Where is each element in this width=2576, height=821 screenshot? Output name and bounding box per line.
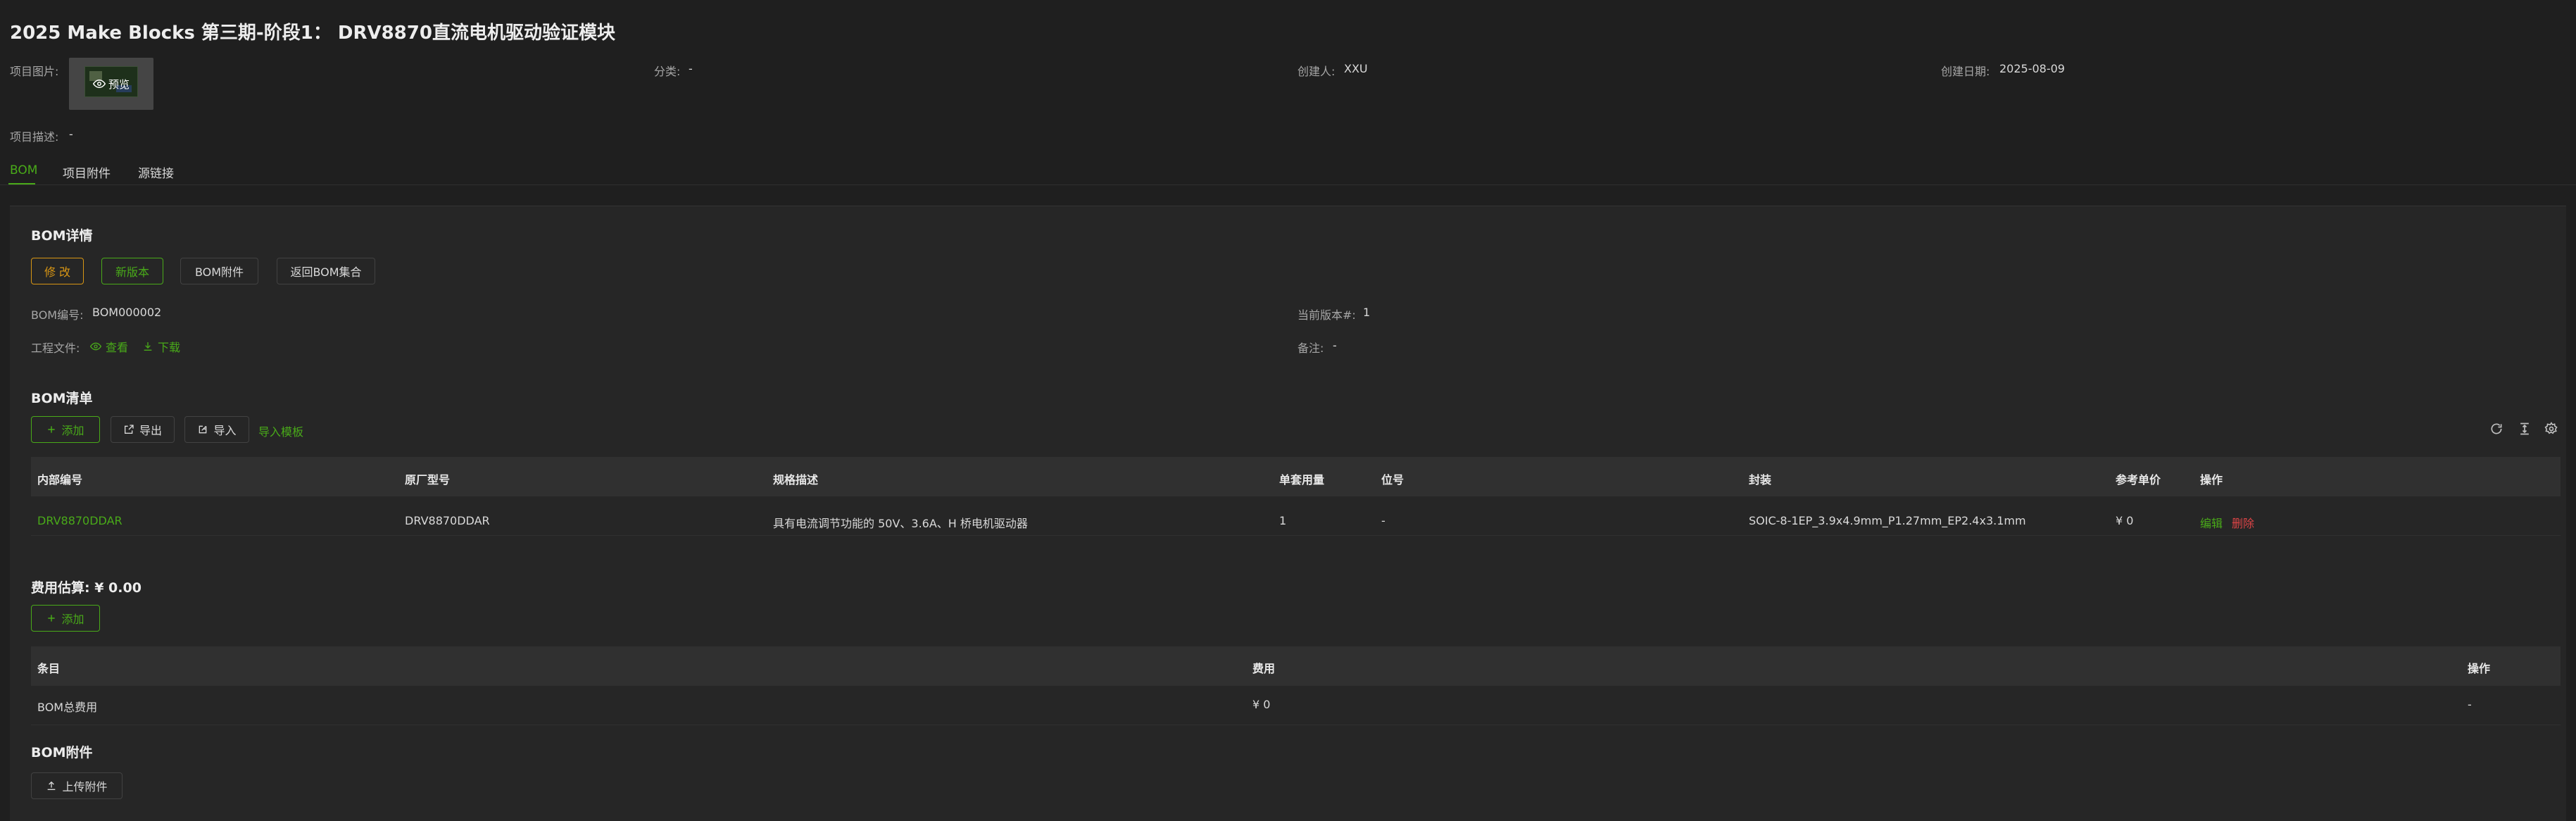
- remark-label: 备注:: [1298, 341, 1324, 355]
- col-unit-price: 参考单价: [2116, 473, 2161, 487]
- add-cost-label: 添加: [61, 613, 84, 626]
- qty-cell: 1: [1279, 514, 1287, 527]
- col-internal-no: 内部编号: [37, 473, 83, 487]
- col-qty: 单套用量: [1279, 473, 1325, 487]
- download-file-link[interactable]: 下载: [142, 338, 180, 355]
- refresh-icon[interactable]: [2489, 422, 2503, 436]
- settings-icon[interactable]: [2544, 422, 2558, 436]
- spec-cell: 具有电流调节功能的 50V、3.6A、H 桥电机驱动器: [773, 517, 1028, 530]
- bom-no-label: BOM编号:: [31, 308, 84, 322]
- creator-label: 创建人:: [1298, 65, 1336, 78]
- preview-label: 预览: [108, 77, 130, 91]
- import-label: 导入: [213, 424, 237, 437]
- column-height-icon[interactable]: [2518, 422, 2532, 436]
- cost-amount-cell: ¥ 0: [1252, 698, 1271, 711]
- col-actions: 操作: [2200, 473, 2223, 487]
- col-designator: 位号: [1381, 473, 1405, 487]
- export-button[interactable]: 导出: [111, 416, 175, 443]
- new-version-button[interactable]: 新版本: [101, 258, 163, 284]
- col-cost-actions: 操作: [2468, 662, 2491, 675]
- preview-overlay[interactable]: 预览: [69, 58, 153, 110]
- add-label: 添加: [61, 424, 84, 437]
- download-icon: [142, 341, 153, 352]
- description-label: 项目描述:: [10, 130, 59, 144]
- eye-icon: [90, 341, 101, 352]
- current-version-value: 1: [1363, 306, 1371, 319]
- bom-no-value: BOM000002: [92, 306, 162, 319]
- upload-attachment-label: 上传附件: [62, 780, 108, 794]
- tabs-divider: [0, 184, 2576, 185]
- upload-attachment-button[interactable]: 上传附件: [31, 772, 122, 799]
- designator-cell: -: [1381, 514, 1386, 527]
- bom-attachments-title: BOM附件: [31, 745, 93, 760]
- unit-price-cell: ¥ 0: [2116, 514, 2134, 527]
- col-package: 封装: [1749, 473, 1772, 487]
- download-file-label: 下载: [158, 341, 181, 354]
- creator-value: XXU: [1344, 62, 1368, 75]
- table-row: [31, 686, 2561, 725]
- page-title: 2025 Make Blocks 第三期-阶段1： DRV8870直流电机驱动验…: [10, 23, 615, 44]
- mfr-part-cell: DRV8870DDAR: [405, 514, 490, 527]
- created-date-label: 创建日期:: [1941, 65, 1990, 78]
- internal-no-link[interactable]: DRV8870DDAR: [37, 514, 122, 527]
- import-button[interactable]: 导入: [184, 416, 249, 443]
- bom-detail-title: BOM详情: [31, 228, 93, 244]
- project-image-label: 项目图片:: [10, 65, 59, 78]
- export-icon: [123, 424, 134, 435]
- category-value: -: [689, 62, 693, 75]
- col-cost: 费用: [1252, 662, 1276, 675]
- plus-icon: [46, 425, 56, 434]
- cost-item-cell: BOM总费用: [37, 701, 98, 714]
- bom-attachments-button[interactable]: BOM附件: [180, 258, 258, 284]
- project-image-thumbnail[interactable]: 预览: [69, 58, 153, 110]
- view-file-link[interactable]: 查看: [90, 338, 128, 355]
- tab-bom[interactable]: BOM: [10, 163, 37, 177]
- row-delete-link[interactable]: 删除: [2232, 514, 2254, 531]
- row-edit-link[interactable]: 编辑: [2200, 514, 2223, 531]
- current-version-label: 当前版本#:: [1298, 308, 1356, 322]
- col-item: 条目: [37, 662, 61, 675]
- tab-project-attachments[interactable]: 项目附件: [63, 163, 111, 181]
- description-value: -: [69, 127, 73, 141]
- add-cost-button[interactable]: 添加: [31, 605, 100, 632]
- category-label: 分类:: [654, 65, 681, 78]
- bom-list-title: BOM清单: [31, 391, 93, 406]
- edit-button[interactable]: 修 改: [31, 258, 84, 284]
- package-cell: SOIC-8-1EP_3.9x4.9mm_P1.27mm_EP2.4x3.1mm: [1749, 514, 2026, 527]
- upload-icon: [46, 780, 57, 791]
- eye-icon: [92, 77, 106, 90]
- eng-file-label: 工程文件:: [31, 341, 80, 355]
- remark-value: -: [1333, 339, 1337, 352]
- export-label: 导出: [139, 424, 162, 437]
- back-to-bom-collection-button[interactable]: 返回BOM集合: [277, 258, 375, 284]
- plus-icon: [46, 613, 56, 623]
- cost-estimate-title: 费用估算: ¥ 0.00: [31, 580, 142, 596]
- add-bom-item-button[interactable]: 添加: [31, 416, 100, 443]
- col-spec: 规格描述: [773, 473, 819, 487]
- import-icon: [197, 424, 208, 435]
- import-template-link[interactable]: 导入模板: [258, 422, 303, 439]
- view-file-label: 查看: [106, 341, 129, 354]
- tab-active-indicator: [8, 183, 35, 184]
- cost-action-cell: -: [2468, 698, 2472, 711]
- col-mfr-part: 原厂型号: [405, 473, 451, 487]
- created-date-value: 2025-08-09: [1999, 62, 2065, 75]
- tab-source-links[interactable]: 源链接: [138, 163, 174, 181]
- cost-table-header: [31, 646, 2561, 686]
